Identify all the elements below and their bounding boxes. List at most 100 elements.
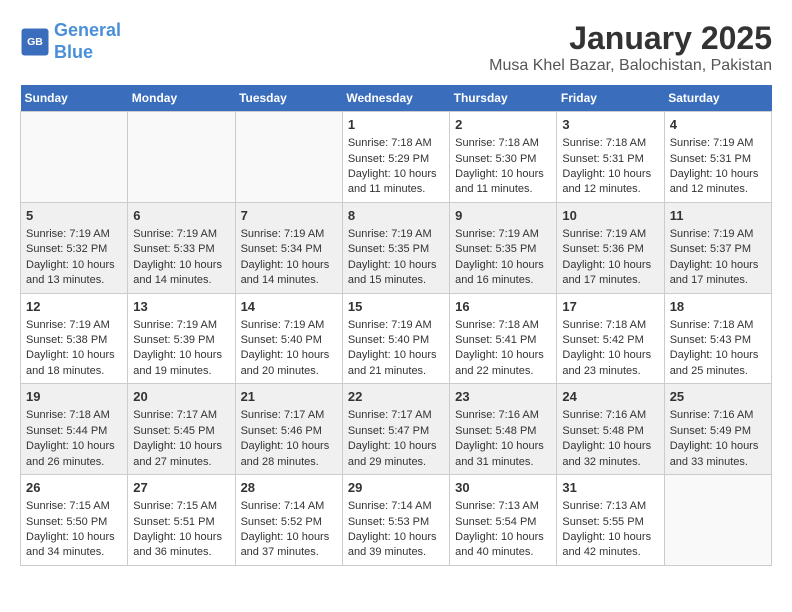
header-wednesday: Wednesday [342, 85, 449, 112]
table-row [664, 475, 771, 566]
sunrise-text: Sunrise: 7:19 AM [133, 319, 217, 331]
sunset-text: Sunset: 5:39 PM [133, 334, 214, 346]
day-number: 9 [455, 207, 551, 225]
sunrise-text: Sunrise: 7:19 AM [26, 228, 110, 240]
sunset-text: Sunset: 5:38 PM [26, 334, 107, 346]
sunset-text: Sunset: 5:29 PM [348, 153, 429, 165]
day-number: 10 [562, 207, 658, 225]
sunrise-text: Sunrise: 7:18 AM [348, 137, 432, 149]
page-header: GB General Blue January 2025 Musa Khel B… [20, 20, 772, 75]
table-row: 31 Sunrise: 7:13 AM Sunset: 5:55 PM Dayl… [557, 475, 664, 566]
table-row [21, 112, 128, 203]
daylight-text: Daylight: 10 hours and 16 minutes. [455, 259, 544, 286]
daylight-text: Daylight: 10 hours and 18 minutes. [26, 349, 115, 376]
daylight-text: Daylight: 10 hours and 33 minutes. [670, 440, 759, 467]
table-row: 6 Sunrise: 7:19 AM Sunset: 5:33 PM Dayli… [128, 202, 235, 293]
sunset-text: Sunset: 5:36 PM [562, 243, 643, 255]
table-row: 16 Sunrise: 7:18 AM Sunset: 5:41 PM Dayl… [450, 293, 557, 384]
table-row: 17 Sunrise: 7:18 AM Sunset: 5:42 PM Dayl… [557, 293, 664, 384]
sunset-text: Sunset: 5:40 PM [348, 334, 429, 346]
sunrise-text: Sunrise: 7:18 AM [562, 137, 646, 149]
table-row: 21 Sunrise: 7:17 AM Sunset: 5:46 PM Dayl… [235, 384, 342, 475]
daylight-text: Daylight: 10 hours and 40 minutes. [455, 531, 544, 558]
table-row: 12 Sunrise: 7:19 AM Sunset: 5:38 PM Dayl… [21, 293, 128, 384]
daylight-text: Daylight: 10 hours and 12 minutes. [562, 168, 651, 195]
table-row: 7 Sunrise: 7:19 AM Sunset: 5:34 PM Dayli… [235, 202, 342, 293]
daylight-text: Daylight: 10 hours and 25 minutes. [670, 349, 759, 376]
table-row: 28 Sunrise: 7:14 AM Sunset: 5:52 PM Dayl… [235, 475, 342, 566]
sunrise-text: Sunrise: 7:19 AM [670, 137, 754, 149]
day-number: 6 [133, 207, 229, 225]
day-number: 16 [455, 298, 551, 316]
table-row: 8 Sunrise: 7:19 AM Sunset: 5:35 PM Dayli… [342, 202, 449, 293]
day-number: 27 [133, 479, 229, 497]
sunset-text: Sunset: 5:40 PM [241, 334, 322, 346]
daylight-text: Daylight: 10 hours and 39 minutes. [348, 531, 437, 558]
day-number: 18 [670, 298, 766, 316]
sunset-text: Sunset: 5:35 PM [348, 243, 429, 255]
calendar-week-row: 1 Sunrise: 7:18 AM Sunset: 5:29 PM Dayli… [21, 112, 772, 203]
daylight-text: Daylight: 10 hours and 12 minutes. [670, 168, 759, 195]
daylight-text: Daylight: 10 hours and 14 minutes. [241, 259, 330, 286]
table-row: 25 Sunrise: 7:16 AM Sunset: 5:49 PM Dayl… [664, 384, 771, 475]
sunset-text: Sunset: 5:55 PM [562, 516, 643, 528]
daylight-text: Daylight: 10 hours and 20 minutes. [241, 349, 330, 376]
sunset-text: Sunset: 5:35 PM [455, 243, 536, 255]
title-block: January 2025 Musa Khel Bazar, Balochista… [489, 20, 772, 75]
table-row: 26 Sunrise: 7:15 AM Sunset: 5:50 PM Dayl… [21, 475, 128, 566]
sunrise-text: Sunrise: 7:19 AM [562, 228, 646, 240]
sunrise-text: Sunrise: 7:14 AM [241, 500, 325, 512]
sunrise-text: Sunrise: 7:16 AM [670, 409, 754, 421]
sunset-text: Sunset: 5:34 PM [241, 243, 322, 255]
sunset-text: Sunset: 5:32 PM [26, 243, 107, 255]
sunset-text: Sunset: 5:54 PM [455, 516, 536, 528]
daylight-text: Daylight: 10 hours and 32 minutes. [562, 440, 651, 467]
sunset-text: Sunset: 5:53 PM [348, 516, 429, 528]
calendar-title: January 2025 [489, 20, 772, 57]
sunrise-text: Sunrise: 7:14 AM [348, 500, 432, 512]
logo-text: General Blue [54, 20, 121, 63]
day-number: 3 [562, 116, 658, 134]
table-row: 13 Sunrise: 7:19 AM Sunset: 5:39 PM Dayl… [128, 293, 235, 384]
day-number: 31 [562, 479, 658, 497]
daylight-text: Daylight: 10 hours and 14 minutes. [133, 259, 222, 286]
daylight-text: Daylight: 10 hours and 19 minutes. [133, 349, 222, 376]
weekday-header-row: Sunday Monday Tuesday Wednesday Thursday… [21, 85, 772, 112]
sunset-text: Sunset: 5:47 PM [348, 425, 429, 437]
day-number: 11 [670, 207, 766, 225]
sunset-text: Sunset: 5:49 PM [670, 425, 751, 437]
sunrise-text: Sunrise: 7:19 AM [670, 228, 754, 240]
day-number: 14 [241, 298, 337, 316]
sunrise-text: Sunrise: 7:19 AM [455, 228, 539, 240]
sunset-text: Sunset: 5:31 PM [562, 153, 643, 165]
sunrise-text: Sunrise: 7:18 AM [455, 319, 539, 331]
daylight-text: Daylight: 10 hours and 22 minutes. [455, 349, 544, 376]
table-row: 20 Sunrise: 7:17 AM Sunset: 5:45 PM Dayl… [128, 384, 235, 475]
sunrise-text: Sunrise: 7:19 AM [241, 319, 325, 331]
day-number: 5 [26, 207, 122, 225]
day-number: 21 [241, 388, 337, 406]
calendar-week-row: 5 Sunrise: 7:19 AM Sunset: 5:32 PM Dayli… [21, 202, 772, 293]
daylight-text: Daylight: 10 hours and 26 minutes. [26, 440, 115, 467]
table-row: 23 Sunrise: 7:16 AM Sunset: 5:48 PM Dayl… [450, 384, 557, 475]
calendar-subtitle: Musa Khel Bazar, Balochistan, Pakistan [489, 57, 772, 75]
svg-text:GB: GB [27, 36, 43, 48]
table-row: 15 Sunrise: 7:19 AM Sunset: 5:40 PM Dayl… [342, 293, 449, 384]
logo-icon: GB [20, 27, 50, 57]
day-number: 1 [348, 116, 444, 134]
table-row: 19 Sunrise: 7:18 AM Sunset: 5:44 PM Dayl… [21, 384, 128, 475]
day-number: 24 [562, 388, 658, 406]
day-number: 23 [455, 388, 551, 406]
sunset-text: Sunset: 5:33 PM [133, 243, 214, 255]
day-number: 29 [348, 479, 444, 497]
table-row: 29 Sunrise: 7:14 AM Sunset: 5:53 PM Dayl… [342, 475, 449, 566]
day-number: 30 [455, 479, 551, 497]
sunrise-text: Sunrise: 7:18 AM [562, 319, 646, 331]
calendar-table: Sunday Monday Tuesday Wednesday Thursday… [20, 85, 772, 566]
header-monday: Monday [128, 85, 235, 112]
sunrise-text: Sunrise: 7:15 AM [133, 500, 217, 512]
sunrise-text: Sunrise: 7:17 AM [133, 409, 217, 421]
table-row [128, 112, 235, 203]
sunrise-text: Sunrise: 7:13 AM [455, 500, 539, 512]
sunset-text: Sunset: 5:46 PM [241, 425, 322, 437]
